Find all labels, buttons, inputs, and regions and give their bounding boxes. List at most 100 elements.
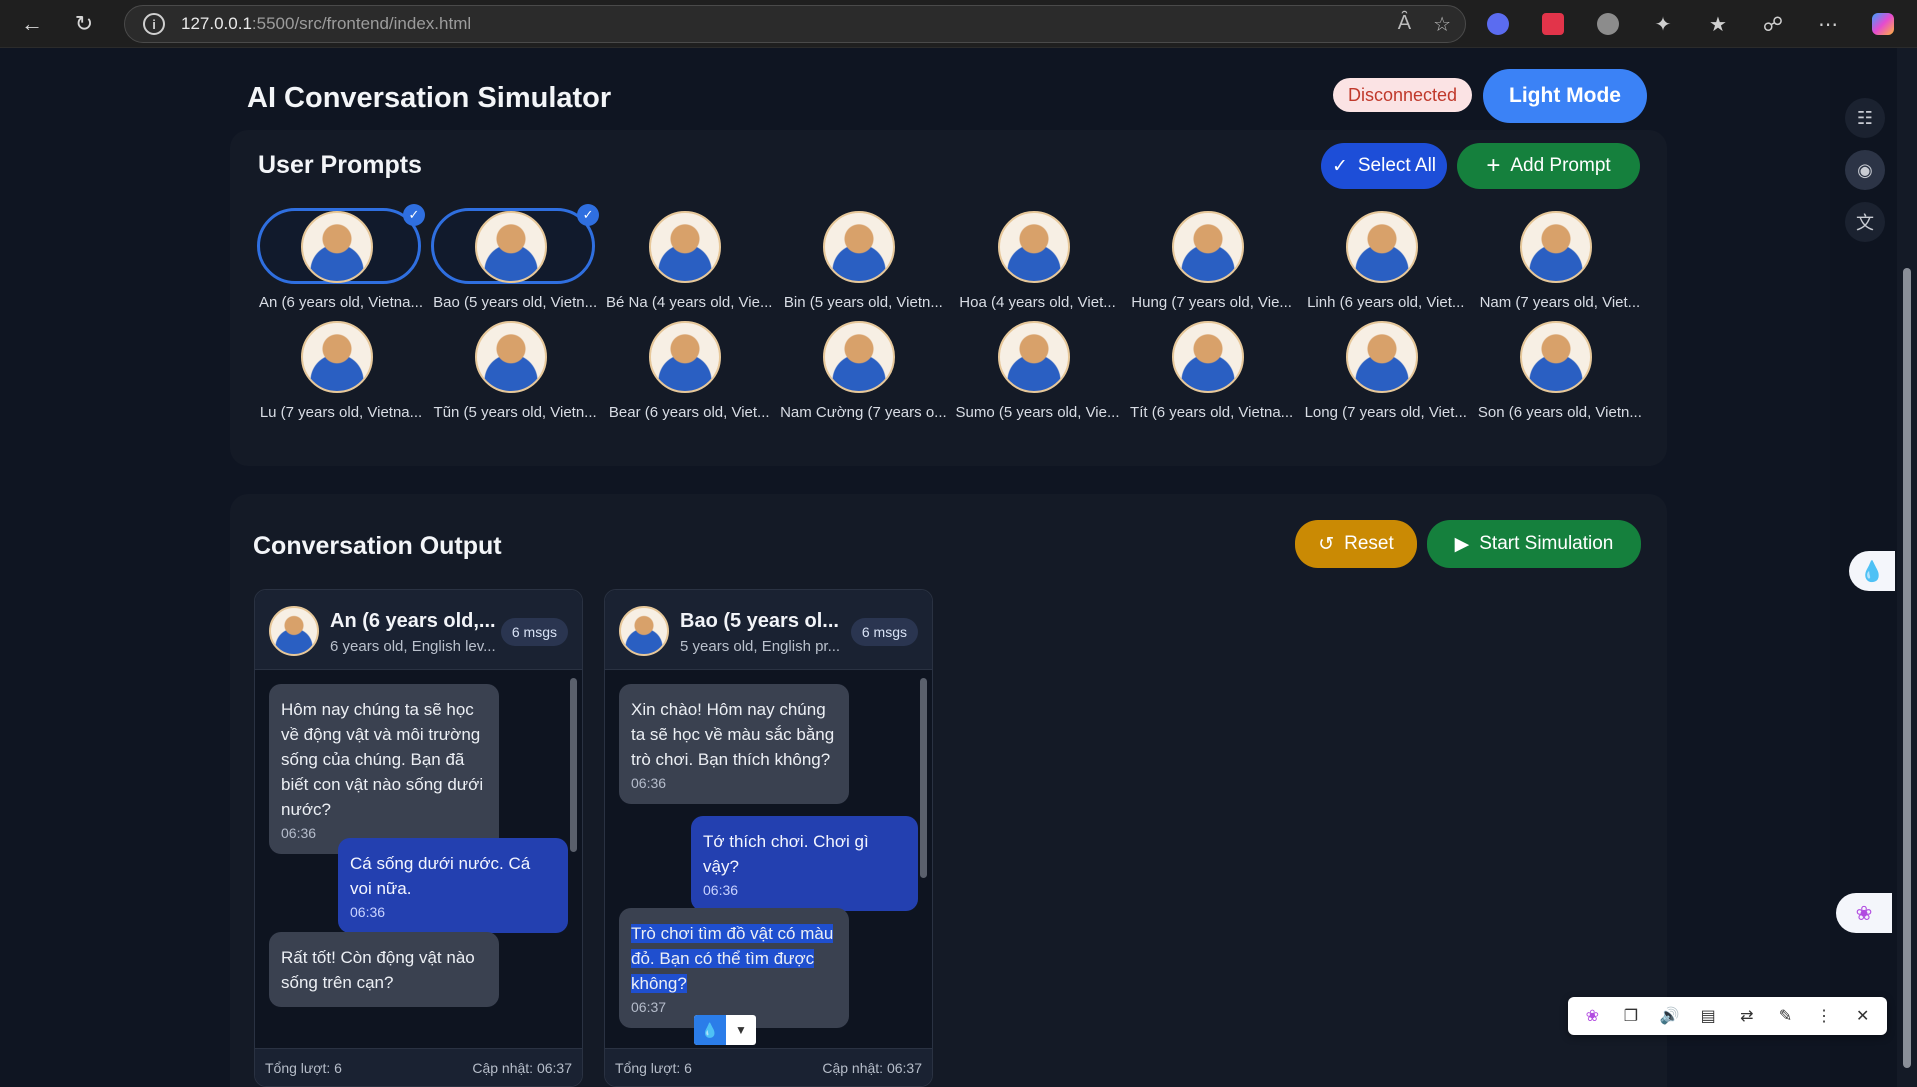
prompt-label: Son (6 years old, Vietn...	[1477, 404, 1642, 421]
prompt-item[interactable]: Sumo (5 years old, Vie...	[953, 318, 1127, 428]
avatar	[475, 321, 548, 393]
page-scrollbar[interactable]	[1897, 48, 1917, 1087]
copy-icon[interactable]: ❐	[1617, 1006, 1646, 1026]
prompt-label: Long (7 years old, Viet...	[1304, 404, 1467, 421]
plus-icon: +	[1486, 152, 1501, 179]
prompt-item[interactable]: Nam Cường (7 years o...	[778, 318, 952, 428]
avatar	[1345, 321, 1418, 393]
check-icon: ✓	[403, 204, 425, 226]
prompt-grid: ✓ An (6 years old, Vietna... ✓ Bao (5 years…	[256, 204, 1649, 428]
notes-icon[interactable]: ▤	[1694, 1006, 1723, 1026]
user-message: Tớ thích chơi. Chơi gì vậy? 06:36	[691, 816, 918, 911]
back-arrow-icon[interactable]: ←	[12, 4, 52, 44]
conversation-footer: Tổng lượt: 6 Cập nhật: 06:37	[605, 1048, 932, 1086]
check-icon: ✓	[1331, 155, 1348, 177]
bot-assistant-icon[interactable]: ◉	[1845, 150, 1885, 190]
conversation-subtitle: 6 years old, English lev...	[330, 638, 496, 655]
prompt-label: An (6 years old, Vietna...	[259, 294, 423, 311]
prompt-item[interactable]: Tũn (5 years old, Vietn...	[430, 318, 604, 428]
avatar	[619, 606, 669, 656]
favorite-star-icon[interactable]: ☆	[1433, 12, 1451, 37]
prompt-label: Tũn (5 years old, Vietn...	[433, 404, 597, 421]
prompt-item[interactable]: Hung (7 years old, Vie...	[1127, 208, 1301, 318]
conversation-messages[interactable]: Xin chào! Hôm nay chúng ta sẽ học về màu…	[605, 670, 932, 1050]
prompt-item[interactable]: Linh (6 years old, Viet...	[1301, 208, 1475, 318]
conversation-subtitle: 5 years old, English pr...	[680, 638, 841, 655]
conversation-messages[interactable]: Hôm nay chúng ta sẽ học về động vật và m…	[255, 670, 582, 1050]
light-mode-button[interactable]: Light Mode	[1483, 69, 1647, 123]
message-scrollbar[interactable]	[570, 678, 577, 852]
avatar	[301, 211, 373, 283]
translate-icon[interactable]: 文	[1845, 202, 1885, 242]
message-scrollbar[interactable]	[920, 678, 927, 878]
connection-status-badge: Disconnected	[1333, 78, 1473, 112]
play-icon: ▶	[1454, 533, 1470, 555]
water-drop-icon[interactable]: 💧	[1849, 551, 1895, 591]
url-text: 127.0.0.1:5500/src/frontend/index.html	[181, 14, 472, 33]
close-icon[interactable]: ✕	[1848, 1006, 1877, 1026]
prompt-item[interactable]: Hoa (4 years old, Viet...	[953, 208, 1127, 318]
avatar	[301, 321, 373, 393]
select-all-button[interactable]: ✓ Select All	[1321, 143, 1447, 189]
more-menu-icon[interactable]: ⋯	[1810, 6, 1846, 42]
page-title: AI Conversation Simulator	[247, 82, 612, 114]
avatar	[1171, 211, 1244, 283]
collections-icon[interactable]: ☍	[1755, 6, 1791, 42]
pen-icon[interactable]: ✎	[1771, 1006, 1800, 1026]
message-count-badge: 6 msgs	[850, 618, 918, 646]
prompt-item[interactable]: Bé Na (4 years old, Vie...	[604, 208, 778, 318]
prompt-label: Bao (5 years old, Vietn...	[433, 294, 598, 311]
start-simulation-button[interactable]: ▶ Start Simulation	[1427, 520, 1641, 568]
prompt-item[interactable]: Lu (7 years old, Vietna...	[256, 318, 430, 428]
prompt-item[interactable]: Tít (6 years old, Vietna...	[1127, 318, 1301, 428]
address-bar[interactable]: i 127.0.0.1:5500/src/frontend/index.html…	[124, 5, 1466, 43]
prompt-label: Lu (7 years old, Vietna...	[259, 404, 423, 421]
read-aloud-icon[interactable]: Ȃ	[1398, 12, 1411, 37]
prompt-label: Nam (7 years old, Viet...	[1479, 294, 1641, 311]
brain-icon[interactable]: ❀	[1836, 893, 1892, 933]
avatar	[1519, 211, 1592, 283]
conversation-output-panel: Conversation Output ↺ Reset ▶ Start Simula…	[230, 494, 1667, 1087]
site-info-icon[interactable]: i	[143, 13, 165, 35]
prompt-row: Lu (7 years old, Vietna... Tũn (5 years o…	[256, 318, 1649, 428]
prompt-label: Nam Cường (7 years o...	[780, 404, 947, 421]
reload-icon[interactable]: ↻	[64, 4, 104, 44]
prompt-item[interactable]: ✓ Bao (5 years old, Vietn...	[430, 204, 604, 318]
prompt-label: Tít (6 years old, Vietna...	[1130, 404, 1294, 421]
favorites-icon[interactable]: ★	[1700, 6, 1736, 42]
updated-time: Cập nhật: 06:37	[822, 1060, 922, 1076]
extension-blocker-icon[interactable]	[1590, 6, 1626, 42]
prompt-label: Hoa (4 years old, Viet...	[959, 294, 1116, 311]
extension-dice-icon[interactable]	[1535, 6, 1571, 42]
chevron-down-icon[interactable]: ▼	[726, 1015, 756, 1045]
output-section-title: Conversation Output	[253, 532, 502, 560]
translate-icon[interactable]: ⇄	[1733, 1006, 1762, 1026]
prompt-item[interactable]: Nam (7 years old, Viet...	[1475, 208, 1649, 318]
brain-icon[interactable]: ❀	[1578, 1006, 1607, 1026]
add-prompt-button[interactable]: + Add Prompt	[1457, 143, 1640, 189]
conversation-card: An (6 years old,... 6 years old, English…	[254, 589, 583, 1087]
avatar	[649, 211, 722, 283]
copilot-icon[interactable]	[1865, 6, 1901, 42]
avatar	[649, 321, 722, 393]
prompt-item[interactable]: Bin (5 years old, Vietn...	[778, 208, 952, 318]
check-icon: ✓	[577, 204, 600, 226]
prompt-item[interactable]: ✓ An (6 years old, Vietna...	[256, 204, 430, 318]
scrollbar-thumb[interactable]	[1903, 268, 1911, 1068]
prompt-item[interactable]: Son (6 years old, Vietn...	[1475, 318, 1649, 428]
extension-bot-icon[interactable]	[1480, 6, 1516, 42]
reset-button[interactable]: ↺ Reset	[1295, 520, 1417, 568]
more-vertical-icon[interactable]: ⋮	[1810, 1006, 1839, 1026]
apps-icon[interactable]: ☷	[1845, 98, 1885, 138]
avatar	[269, 606, 319, 656]
prompt-item[interactable]: Bear (6 years old, Viet...	[604, 318, 778, 428]
total-turns: Tổng lượt: 6	[265, 1060, 342, 1076]
color-picker-widget[interactable]: 💧 ▼	[694, 1015, 756, 1045]
speaker-icon[interactable]: 🔊	[1655, 1006, 1684, 1026]
water-drop-icon[interactable]: 💧	[694, 1015, 726, 1045]
extensions-puzzle-icon[interactable]: ✦	[1645, 6, 1681, 42]
user-message: Cá sống dưới nước. Cá voi nữa. 06:36	[338, 838, 568, 933]
prompt-item[interactable]: Long (7 years old, Viet...	[1301, 318, 1475, 428]
ai-message: Trò chơi tìm đồ vật có màu đỏ. Bạn có th…	[619, 908, 849, 1028]
updated-time: Cập nhật: 06:37	[472, 1060, 572, 1076]
